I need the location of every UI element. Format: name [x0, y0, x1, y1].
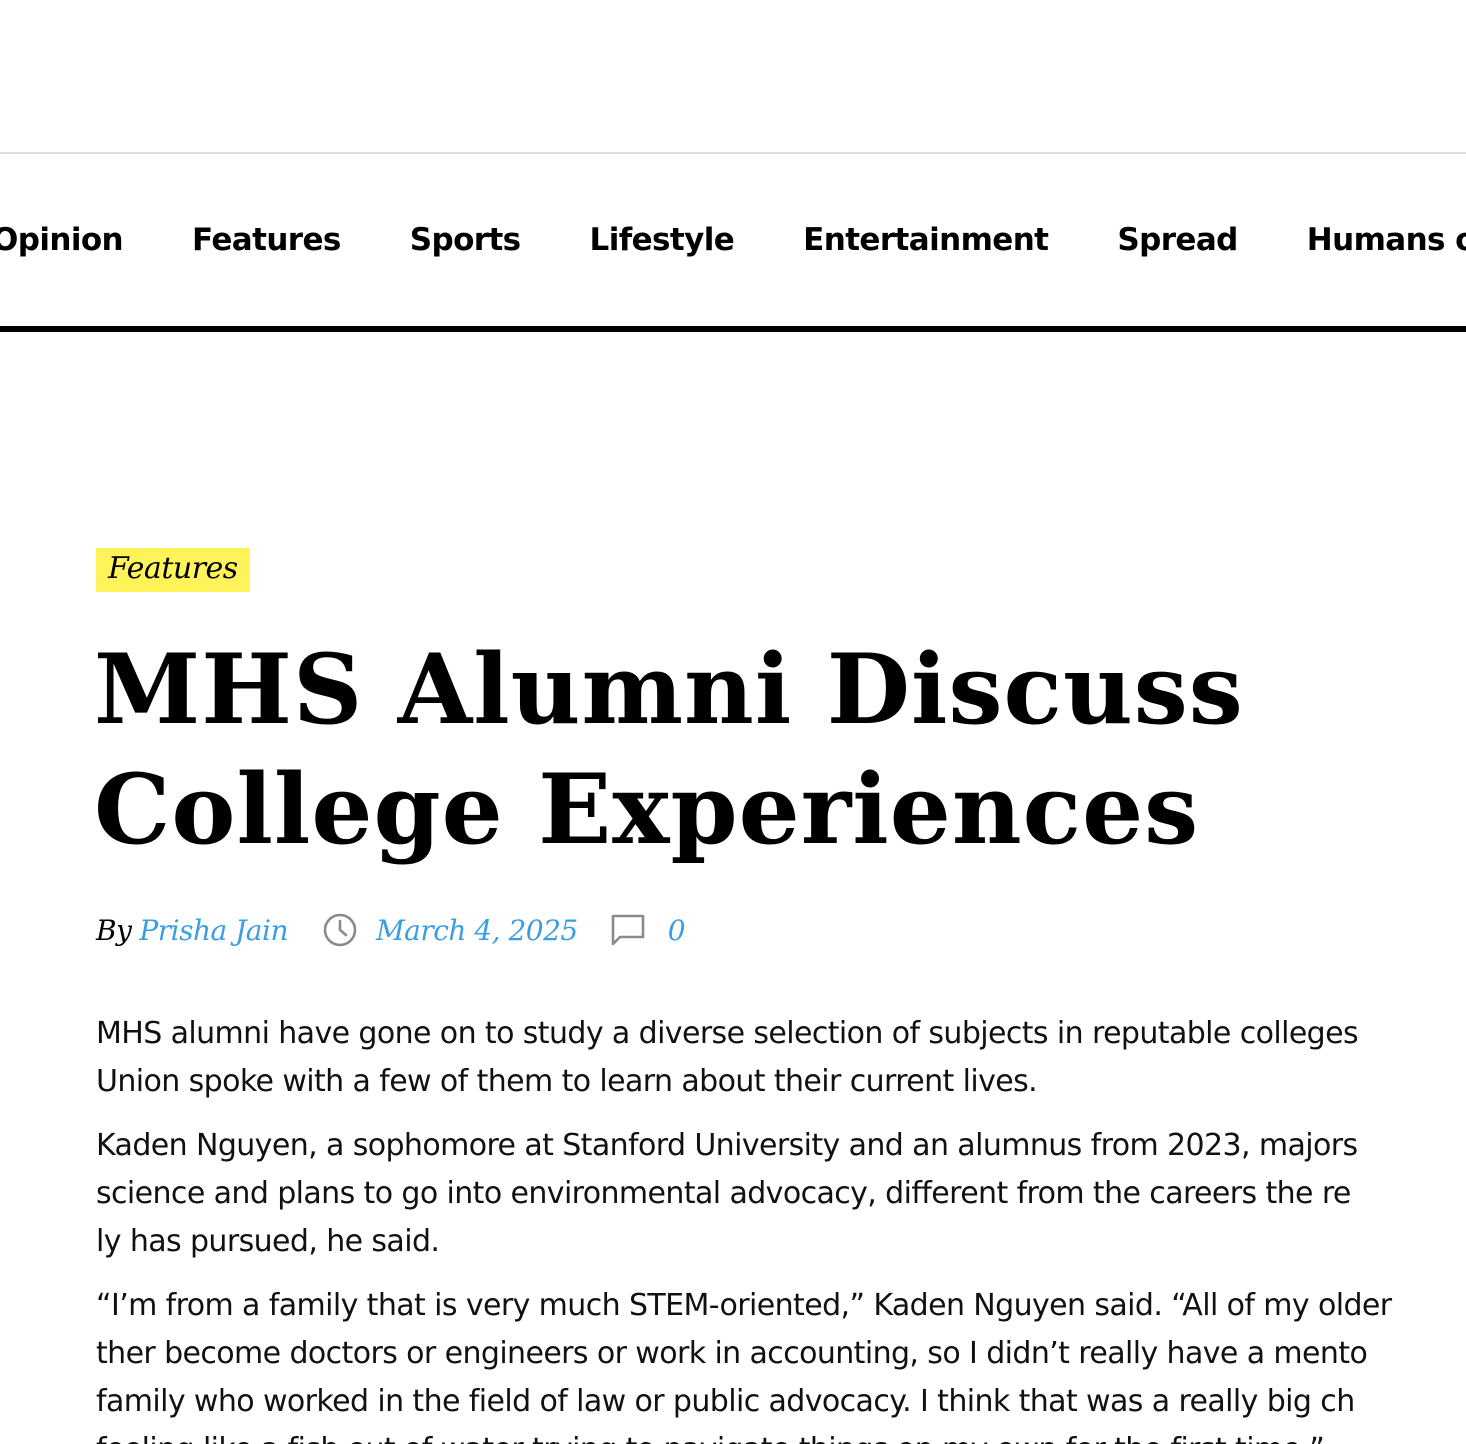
paragraph-line: “I’m from a family that is very much STE… [96, 1288, 1392, 1323]
paragraph: Kaden Nguyen, a sophomore at Stanford Un… [96, 1122, 1466, 1266]
nav-item-sports[interactable]: Sports [410, 224, 521, 256]
paragraph-line: ther become doctors or engineers or work… [96, 1336, 1368, 1371]
headline-line: College Experiences [94, 753, 1200, 866]
paragraph-line: MHS alumni have gone on to study a diver… [96, 1016, 1359, 1051]
nav-item-lifestyle[interactable]: Lifestyle [590, 224, 735, 256]
byline-prefix: By [96, 913, 132, 947]
masthead-area [0, 0, 1466, 154]
comment-count[interactable]: 0 [668, 914, 686, 947]
paragraph-line: feeling like a fish out of water trying … [96, 1426, 1466, 1444]
publish-date: March 4, 2025 [376, 913, 578, 947]
main-navigation: Opinion Features Sports Lifestyle Entert… [0, 154, 1466, 332]
nav-item-humans-of[interactable]: Humans of M [1307, 224, 1466, 256]
paragraph: “I’m from a family that is very much STE… [96, 1282, 1466, 1444]
clock-icon [322, 912, 358, 948]
article-headline: MHS Alumni Discuss College Experiences [94, 630, 1394, 870]
paragraph-line: ly has pursued, he said. [96, 1224, 440, 1259]
paragraph-line: Union spoke with a few of them to learn … [96, 1064, 1038, 1099]
article: Features MHS Alumni Discuss College Expe… [94, 548, 1466, 1444]
paragraph-line: family who worked in the field of law or… [96, 1384, 1355, 1419]
article-body: MHS alumni have gone on to study a diver… [96, 1010, 1466, 1444]
author-link[interactable]: Prisha Jain [139, 914, 288, 947]
nav-item-opinion[interactable]: Opinion [0, 224, 124, 256]
paragraph: MHS alumni have gone on to study a diver… [96, 1010, 1466, 1106]
category-tag[interactable]: Features [96, 548, 250, 592]
nav-item-entertainment[interactable]: Entertainment [803, 224, 1049, 256]
nav-item-features[interactable]: Features [192, 224, 341, 256]
comment-bubble-icon[interactable] [610, 912, 646, 948]
headline-line: MHS Alumni Discuss [94, 633, 1244, 746]
paragraph-line: science and plans to go into environment… [96, 1176, 1351, 1211]
paragraph-line: Kaden Nguyen, a sophomore at Stanford Un… [96, 1128, 1358, 1163]
nav-item-spread[interactable]: Spread [1117, 224, 1238, 256]
nav-list: Opinion Features Sports Lifestyle Entert… [0, 154, 1466, 326]
byline: By Prisha Jain March 4, 2025 0 [96, 910, 1466, 950]
page: Opinion Features Sports Lifestyle Entert… [0, 0, 1466, 1444]
